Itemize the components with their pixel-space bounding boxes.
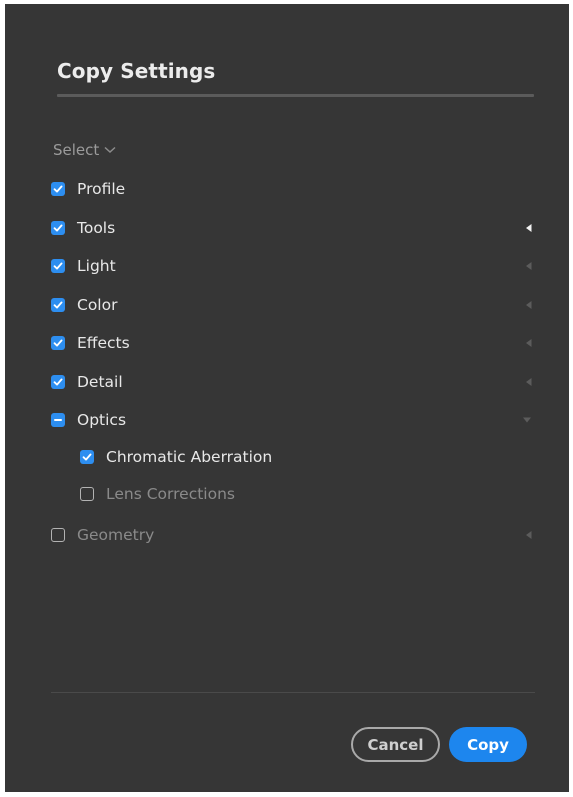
setting-row-effects[interactable]: Effects — [51, 330, 535, 356]
checkmark-icon — [53, 185, 63, 193]
checkbox-light[interactable] — [51, 259, 65, 273]
expand-down-icon[interactable] — [522, 416, 532, 424]
cancel-button[interactable]: Cancel — [351, 727, 440, 762]
checkmark-icon — [53, 262, 63, 270]
setting-row-optics[interactable]: Optics — [51, 407, 535, 433]
checkmark-icon — [53, 339, 63, 347]
checkmark-icon — [82, 453, 92, 461]
select-label: Select — [53, 141, 100, 159]
copy-button[interactable]: Copy — [449, 727, 527, 762]
setting-label: Geometry — [77, 526, 155, 544]
setting-label: Detail — [77, 373, 123, 391]
footer-divider — [51, 692, 535, 693]
setting-row-profile[interactable]: Profile — [51, 176, 535, 202]
setting-row-tools[interactable]: Tools — [51, 215, 535, 241]
setting-label: Tools — [77, 219, 116, 237]
checkbox-chromatic-aberration[interactable] — [80, 450, 94, 464]
title-divider — [57, 94, 534, 97]
setting-row-color[interactable]: Color — [51, 292, 535, 318]
checkbox-color[interactable] — [51, 298, 65, 312]
collapse-left-icon[interactable] — [525, 530, 532, 540]
setting-label: Light — [77, 257, 116, 275]
setting-row-geometry[interactable]: Geometry — [51, 522, 535, 548]
setting-label: Lens Corrections — [106, 485, 235, 503]
chevron-down-icon — [104, 146, 116, 154]
collapse-left-icon[interactable] — [525, 300, 532, 310]
collapse-left-icon[interactable] — [525, 377, 532, 387]
checkbox-detail[interactable] — [51, 375, 65, 389]
setting-label: Optics — [77, 411, 127, 429]
select-dropdown[interactable]: Select — [53, 139, 116, 161]
collapse-left-icon[interactable] — [525, 338, 532, 348]
checkbox-lens-corrections[interactable] — [80, 487, 94, 501]
checkmark-icon — [53, 224, 63, 232]
setting-label: Chromatic Aberration — [106, 448, 273, 466]
checkmark-icon — [53, 301, 63, 309]
dialog-title: Copy Settings — [57, 59, 216, 83]
setting-row-chromatic-aberration[interactable]: Chromatic Aberration — [80, 444, 535, 470]
setting-label: Effects — [77, 334, 130, 352]
setting-row-detail[interactable]: Detail — [51, 369, 535, 395]
checkbox-profile[interactable] — [51, 182, 65, 196]
collapse-left-icon[interactable] — [525, 223, 532, 233]
copy-settings-dialog: Copy Settings Select Profile Tools Light Co… — [5, 4, 569, 792]
setting-label: Color — [77, 296, 118, 314]
checkmark-icon — [53, 378, 63, 386]
checkbox-tools[interactable] — [51, 221, 65, 235]
setting-row-light[interactable]: Light — [51, 253, 535, 279]
checkbox-optics[interactable] — [51, 413, 65, 427]
setting-label: Profile — [77, 180, 126, 198]
setting-row-lens-corrections[interactable]: Lens Corrections — [80, 481, 535, 507]
checkbox-effects[interactable] — [51, 336, 65, 350]
checkbox-geometry[interactable] — [51, 528, 65, 542]
collapse-left-icon[interactable] — [525, 261, 532, 271]
